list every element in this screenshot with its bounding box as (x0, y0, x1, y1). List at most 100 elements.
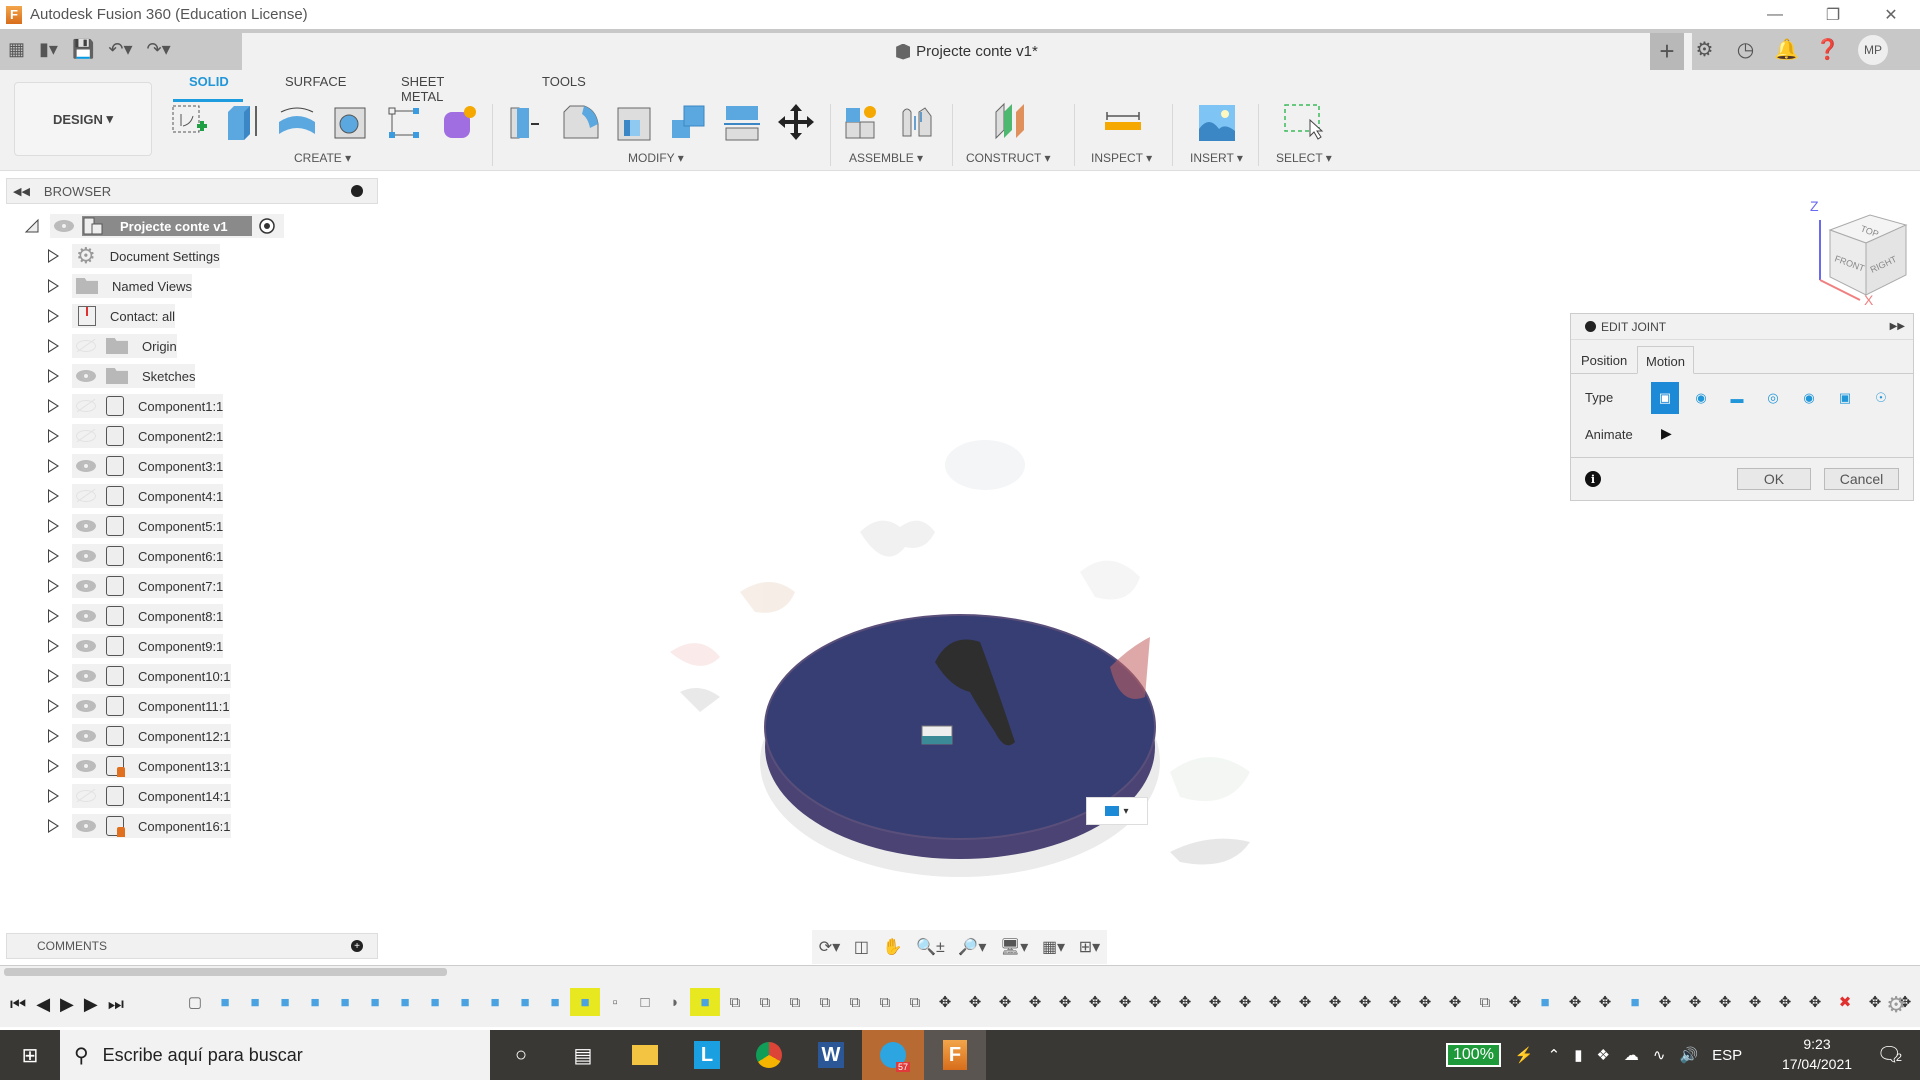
expand-triangle-icon[interactable] (48, 489, 59, 503)
timeline-move-icon[interactable]: ✥ (1800, 988, 1830, 1016)
display-settings-icon[interactable]: 🖥▾ (1000, 937, 1028, 957)
ok-button[interactable]: OK (1737, 468, 1811, 490)
timeline-extrude-icon[interactable]: ■ (420, 988, 450, 1016)
expand-triangle-icon[interactable] (48, 459, 59, 473)
joint-button[interactable] (895, 100, 939, 144)
tab-tools[interactable]: TOOLS (542, 74, 586, 89)
document-tab[interactable]: Projecte conte v1* ✕ (242, 33, 1692, 70)
collapse-browser-icon[interactable]: ◀◀ (13, 185, 30, 198)
hidden-eye-icon[interactable] (76, 490, 96, 502)
timeline-sketch-icon[interactable]: ▢ (180, 988, 210, 1016)
timeline-move-icon[interactable]: ✥ (1560, 988, 1590, 1016)
expand-triangle-icon[interactable] (48, 639, 59, 653)
browser-item[interactable]: Component10:1 (0, 664, 260, 688)
expand-triangle-icon[interactable] (48, 789, 59, 803)
action-center-icon[interactable]: 🗨2 (1876, 1042, 1902, 1067)
timeline-extrude-icon[interactable]: ■ (1620, 988, 1650, 1016)
wifi-icon[interactable]: ∿ (1653, 1046, 1666, 1064)
expand-triangle-icon[interactable] (48, 759, 59, 773)
minimize-browser-icon[interactable] (351, 185, 363, 197)
extrude-button[interactable] (220, 100, 264, 144)
timeline-component-icon[interactable]: ⧉ (750, 988, 780, 1016)
timeline-move-icon[interactable]: ✥ (1380, 988, 1410, 1016)
timeline-move-icon[interactable]: ✥ (1080, 988, 1110, 1016)
new-tab-button[interactable]: + (1650, 33, 1684, 70)
browser-item[interactable]: Component11:1 (0, 694, 260, 718)
animate-play-button[interactable]: ▶ (1661, 425, 1672, 442)
browser-item[interactable]: Component12:1 (0, 724, 260, 748)
timeline-extrude-icon[interactable]: ■ (480, 988, 510, 1016)
onedrive-icon[interactable]: ☁ (1624, 1046, 1639, 1064)
viewports-icon[interactable]: ⊞▾ (1079, 937, 1100, 957)
pan-icon[interactable]: ✋ (883, 937, 903, 957)
browser-item[interactable]: Component4:1 (0, 484, 260, 508)
construct-group-label[interactable]: CONSTRUCT ▾ (966, 151, 1050, 165)
timeline-move-icon[interactable]: ✥ (1740, 988, 1770, 1016)
timeline-extrude-icon[interactable]: ■ (510, 988, 540, 1016)
timeline-move-icon[interactable]: ✥ (1500, 988, 1530, 1016)
slider-joint-type-button[interactable]: ▬ (1723, 382, 1751, 414)
move-copy-button[interactable] (774, 100, 818, 144)
timeline-move-icon[interactable]: ✥ (1440, 988, 1470, 1016)
go-to-start-icon[interactable]: ⏮ (10, 994, 26, 1015)
timeline-move-icon[interactable]: ✥ (960, 988, 990, 1016)
timeline-move-icon[interactable]: ✥ (1410, 988, 1440, 1016)
battery-tray-icon[interactable]: ▮ (1574, 1046, 1582, 1064)
browser-item[interactable]: ⚙ Document Settings (0, 243, 260, 268)
cylindrical-joint-type-button[interactable]: ◎ (1759, 382, 1787, 414)
expand-triangle-icon[interactable] (48, 399, 59, 413)
taskbar-clock[interactable]: 9:23 17/04/2021 (1762, 1034, 1872, 1074)
step-forward-icon[interactable]: ▶ (84, 994, 98, 1015)
timeline-move-icon[interactable]: ✥ (990, 988, 1020, 1016)
expand-triangle-icon[interactable] (48, 729, 59, 743)
insert-group-label[interactable]: INSERT ▾ (1190, 151, 1243, 165)
play-icon[interactable]: ▶ (60, 994, 74, 1015)
timeline-move-icon[interactable]: ✥ (1650, 988, 1680, 1016)
timeline-component-icon[interactable]: ⧉ (720, 988, 750, 1016)
timeline-extrude-icon[interactable]: ■ (390, 988, 420, 1016)
dropbox-icon[interactable]: ❖ (1596, 1046, 1609, 1064)
timeline-scrollbar[interactable] (4, 968, 447, 976)
tab-position[interactable]: Position (1573, 346, 1635, 374)
notifications-icon[interactable]: 🔔 (1766, 37, 1807, 62)
shell-button[interactable] (612, 100, 656, 144)
planar-joint-type-button[interactable]: ▣ (1831, 382, 1859, 414)
go-to-end-icon[interactable]: ⏭ (108, 994, 124, 1015)
collapse-dialog-icon[interactable] (1585, 321, 1596, 332)
modify-group-label[interactable]: MODIFY ▾ (628, 151, 684, 165)
create-sketch-button[interactable] (167, 100, 211, 144)
window-select-button[interactable] (1282, 100, 1326, 144)
browser-item[interactable]: Component1:1 (0, 394, 260, 418)
timeline-settings-gear-icon[interactable]: ⚙ (1886, 992, 1906, 1018)
orbit-icon[interactable]: ⟳▾ (819, 937, 840, 957)
timeline-extrude-icon[interactable]: ■ (240, 988, 270, 1016)
browser-item[interactable]: Component6:1 (0, 544, 260, 568)
telegram-icon[interactable]: 57 (862, 1030, 924, 1080)
expand-triangle-icon[interactable] (48, 279, 59, 293)
timeline-move-icon[interactable]: ✥ (1050, 988, 1080, 1016)
timeline-move-icon[interactable]: ✥ (1710, 988, 1740, 1016)
revolute-joint-type-button[interactable]: ◉ (1687, 382, 1715, 414)
visibility-eye-icon[interactable] (76, 730, 96, 742)
ball-joint-type-button[interactable]: ☉ (1867, 382, 1895, 414)
windows-start-button[interactable]: ⊞ (0, 1030, 60, 1080)
timeline-move-icon[interactable]: ✥ (1230, 988, 1260, 1016)
timeline-component-icon[interactable]: ⧉ (900, 988, 930, 1016)
browser-item[interactable]: Component2:1 (0, 424, 260, 448)
word-icon[interactable]: W (800, 1030, 862, 1080)
timeline-move-icon[interactable]: ✥ (1590, 988, 1620, 1016)
new-component-button[interactable] (840, 100, 884, 144)
file-menu-icon[interactable]: ▮▾ (39, 39, 58, 60)
expand-triangle-icon[interactable] (48, 519, 59, 533)
timeline-component-icon[interactable]: ⧉ (1470, 988, 1500, 1016)
timeline-component-icon[interactable]: ⧉ (870, 988, 900, 1016)
job-status-icon[interactable]: ◷ (1725, 37, 1766, 62)
timeline-move-icon[interactable]: ✥ (930, 988, 960, 1016)
hidden-eye-icon[interactable] (76, 790, 96, 802)
pattern-button[interactable] (383, 100, 427, 144)
timeline-move-icon[interactable]: ✥ (1350, 988, 1380, 1016)
file-explorer-icon[interactable] (614, 1030, 676, 1080)
timeline-extrude-icon[interactable]: ■ (300, 988, 330, 1016)
timeline-move-icon[interactable]: ✥ (1140, 988, 1170, 1016)
browser-item[interactable]: Component9:1 (0, 634, 260, 658)
